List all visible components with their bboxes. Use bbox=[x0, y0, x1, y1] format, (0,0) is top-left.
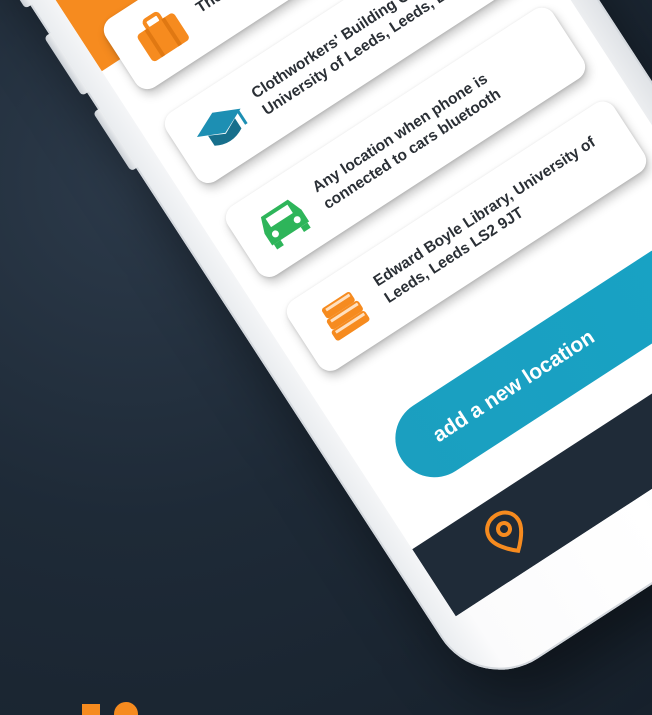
app-screen: The North Range, Leeds, LS17 9LF Clothwo… bbox=[0, 0, 652, 617]
stage: The North Range, Leeds, LS17 9LF Clothwo… bbox=[0, 0, 652, 715]
mute-switch bbox=[5, 0, 33, 9]
phone-body: The North Range, Leeds, LS17 9LF Clothwo… bbox=[0, 0, 652, 697]
add-location-button-label: add a new location bbox=[428, 325, 599, 447]
brand-logo-fragment bbox=[80, 700, 150, 715]
briefcase-icon bbox=[120, 0, 203, 75]
book-stack-icon bbox=[303, 274, 386, 357]
car-icon bbox=[242, 180, 325, 263]
tab-locations[interactable] bbox=[469, 496, 546, 573]
graduation-cap-icon bbox=[181, 86, 264, 169]
location-pin-icon bbox=[477, 502, 539, 568]
